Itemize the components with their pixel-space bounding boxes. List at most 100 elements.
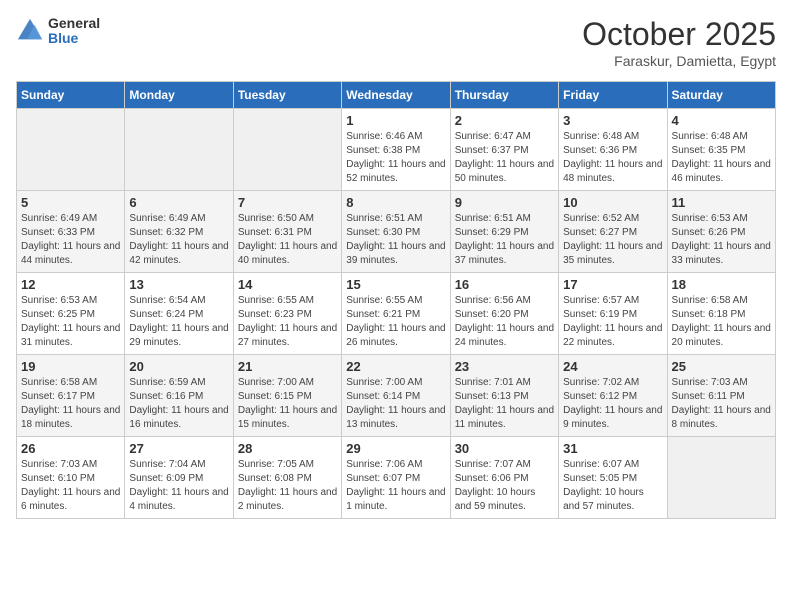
logo: General Blue bbox=[16, 16, 100, 47]
day-number: 19 bbox=[21, 359, 120, 374]
calendar-cell: 14Sunrise: 6:55 AM Sunset: 6:23 PM Dayli… bbox=[233, 273, 341, 355]
calendar-week-row: 5Sunrise: 6:49 AM Sunset: 6:33 PM Daylig… bbox=[17, 191, 776, 273]
weekday-header: Saturday bbox=[667, 82, 775, 109]
day-number: 31 bbox=[563, 441, 662, 456]
day-number: 12 bbox=[21, 277, 120, 292]
calendar-cell bbox=[17, 109, 125, 191]
calendar-week-row: 12 Sunrise: 6:53 AM Sunset: 6:25 PM Dayli… bbox=[17, 273, 776, 355]
calendar-body: 1 Sunrise: 6:46 AM Sunset: 6:38 PM Daylig… bbox=[17, 109, 776, 519]
calendar-cell: 4Sunrise: 6:48 AM Sunset: 6:35 PM Daylig… bbox=[667, 109, 775, 191]
day-number: 2 bbox=[455, 113, 554, 128]
calendar-cell: 20 Sunrise: 6:59 AM Sunset: 6:16 PM Dayli… bbox=[125, 355, 233, 437]
calendar-cell: 9 Sunrise: 6:51 AM Sunset: 6:29 PM Daylig… bbox=[450, 191, 558, 273]
day-info: Sunrise: 6:59 AM Sunset: 6:16 PM Dayligh… bbox=[129, 376, 228, 432]
day-number: 16 bbox=[455, 277, 554, 292]
calendar-header: SundayMondayTuesdayWednesdayThursdayFrid… bbox=[17, 82, 776, 109]
weekday-header: Friday bbox=[559, 82, 667, 109]
calendar-cell: 19 Sunrise: 6:58 AM Sunset: 6:17 PM Dayli… bbox=[17, 355, 125, 437]
day-info: Sunrise: 6:58 AM Sunset: 6:18 PM Dayligh… bbox=[672, 294, 771, 350]
calendar-cell bbox=[667, 437, 775, 519]
calendar-cell: 22 Sunrise: 7:00 AM Sunset: 6:14 PM Dayli… bbox=[342, 355, 450, 437]
day-number: 1 bbox=[346, 113, 445, 128]
day-number: 14 bbox=[238, 277, 337, 292]
calendar-cell: 25 Sunrise: 7:03 AM Sunset: 6:11 PM Dayli… bbox=[667, 355, 775, 437]
calendar-cell: 30 Sunrise: 7:07 AM Sunset: 6:06 PM Dayli… bbox=[450, 437, 558, 519]
calendar-cell: 13Sunrise: 6:54 AM Sunset: 6:24 PM Dayli… bbox=[125, 273, 233, 355]
calendar-cell: 7Sunrise: 6:50 AM Sunset: 6:31 PM Daylig… bbox=[233, 191, 341, 273]
day-info: Sunrise: 7:04 AM Sunset: 6:09 PM Dayligh… bbox=[129, 458, 228, 514]
day-info: Sunrise: 6:48 AM Sunset: 6:35 PM Dayligh… bbox=[672, 130, 771, 186]
calendar-cell: 18 Sunrise: 6:58 AM Sunset: 6:18 PM Dayli… bbox=[667, 273, 775, 355]
day-info: Sunrise: 7:03 AM Sunset: 6:11 PM Dayligh… bbox=[672, 376, 771, 432]
calendar-cell: 3 Sunrise: 6:48 AM Sunset: 6:36 PM Daylig… bbox=[559, 109, 667, 191]
day-info: Sunrise: 7:06 AM Sunset: 6:07 PM Dayligh… bbox=[346, 458, 445, 514]
calendar-cell: 29Sunrise: 7:06 AM Sunset: 6:07 PM Dayli… bbox=[342, 437, 450, 519]
day-number: 8 bbox=[346, 195, 445, 210]
day-number: 6 bbox=[129, 195, 228, 210]
day-info: Sunrise: 6:55 AM Sunset: 6:21 PM Dayligh… bbox=[346, 294, 445, 350]
weekday-header: Sunday bbox=[17, 82, 125, 109]
calendar-cell bbox=[125, 109, 233, 191]
day-info: Sunrise: 6:57 AM Sunset: 6:19 PM Dayligh… bbox=[563, 294, 662, 350]
day-number: 27 bbox=[129, 441, 228, 456]
day-info: Sunrise: 6:51 AM Sunset: 6:30 PM Dayligh… bbox=[346, 212, 445, 268]
calendar-cell: 26 Sunrise: 7:03 AM Sunset: 6:10 PM Dayli… bbox=[17, 437, 125, 519]
day-info: Sunrise: 6:48 AM Sunset: 6:36 PM Dayligh… bbox=[563, 130, 662, 186]
weekday-header: Thursday bbox=[450, 82, 558, 109]
calendar-week-row: 1 Sunrise: 6:46 AM Sunset: 6:38 PM Daylig… bbox=[17, 109, 776, 191]
day-info: Sunrise: 6:46 AM Sunset: 6:38 PM Dayligh… bbox=[346, 130, 445, 186]
day-info: Sunrise: 6:53 AM Sunset: 6:25 PM Dayligh… bbox=[21, 294, 120, 350]
calendar-cell: 31 Sunrise: 6:07 AM Sunset: 5:05 PM Dayli… bbox=[559, 437, 667, 519]
day-number: 21 bbox=[238, 359, 337, 374]
calendar-cell: 17 Sunrise: 6:57 AM Sunset: 6:19 PM Dayli… bbox=[559, 273, 667, 355]
day-number: 17 bbox=[563, 277, 662, 292]
calendar-cell: 28Sunrise: 7:05 AM Sunset: 6:08 PM Dayli… bbox=[233, 437, 341, 519]
day-number: 10 bbox=[563, 195, 662, 210]
day-number: 23 bbox=[455, 359, 554, 374]
weekday-row: SundayMondayTuesdayWednesdayThursdayFrid… bbox=[17, 82, 776, 109]
day-info: Sunrise: 6:50 AM Sunset: 6:31 PM Dayligh… bbox=[238, 212, 337, 268]
day-number: 18 bbox=[672, 277, 771, 292]
day-info: Sunrise: 6:56 AM Sunset: 6:20 PM Dayligh… bbox=[455, 294, 554, 350]
calendar-week-row: 26 Sunrise: 7:03 AM Sunset: 6:10 PM Dayli… bbox=[17, 437, 776, 519]
calendar-week-row: 19 Sunrise: 6:58 AM Sunset: 6:17 PM Dayli… bbox=[17, 355, 776, 437]
day-number: 20 bbox=[129, 359, 228, 374]
day-info: Sunrise: 7:07 AM Sunset: 6:06 PM Dayligh… bbox=[455, 458, 554, 514]
calendar-cell: 27 Sunrise: 7:04 AM Sunset: 6:09 PM Dayli… bbox=[125, 437, 233, 519]
calendar-cell: 24Sunrise: 7:02 AM Sunset: 6:12 PM Dayli… bbox=[559, 355, 667, 437]
day-info: Sunrise: 6:07 AM Sunset: 5:05 PM Dayligh… bbox=[563, 458, 662, 514]
day-number: 22 bbox=[346, 359, 445, 374]
day-number: 3 bbox=[563, 113, 662, 128]
day-number: 15 bbox=[346, 277, 445, 292]
calendar-cell: 2 Sunrise: 6:47 AM Sunset: 6:37 PM Daylig… bbox=[450, 109, 558, 191]
day-info: Sunrise: 6:54 AM Sunset: 6:24 PM Dayligh… bbox=[129, 294, 228, 350]
location: Faraskur, Damietta, Egypt bbox=[582, 53, 776, 69]
page-header: General Blue October 2025 Faraskur, Dami… bbox=[16, 16, 776, 69]
calendar-cell: 11Sunrise: 6:53 AM Sunset: 6:26 PM Dayli… bbox=[667, 191, 775, 273]
day-info: Sunrise: 6:49 AM Sunset: 6:32 PM Dayligh… bbox=[129, 212, 228, 268]
day-number: 30 bbox=[455, 441, 554, 456]
day-number: 26 bbox=[21, 441, 120, 456]
day-info: Sunrise: 6:49 AM Sunset: 6:33 PM Dayligh… bbox=[21, 212, 120, 268]
title-block: October 2025 Faraskur, Damietta, Egypt bbox=[582, 16, 776, 69]
day-info: Sunrise: 6:52 AM Sunset: 6:27 PM Dayligh… bbox=[563, 212, 662, 268]
logo-icon bbox=[16, 17, 44, 45]
calendar-cell: 15 Sunrise: 6:55 AM Sunset: 6:21 PM Dayli… bbox=[342, 273, 450, 355]
day-number: 25 bbox=[672, 359, 771, 374]
calendar-cell: 8 Sunrise: 6:51 AM Sunset: 6:30 PM Daylig… bbox=[342, 191, 450, 273]
calendar-cell: 23Sunrise: 7:01 AM Sunset: 6:13 PM Dayli… bbox=[450, 355, 558, 437]
day-info: Sunrise: 6:51 AM Sunset: 6:29 PM Dayligh… bbox=[455, 212, 554, 268]
calendar-cell: 10 Sunrise: 6:52 AM Sunset: 6:27 PM Dayli… bbox=[559, 191, 667, 273]
calendar-cell bbox=[233, 109, 341, 191]
calendar-cell: 5Sunrise: 6:49 AM Sunset: 6:33 PM Daylig… bbox=[17, 191, 125, 273]
day-info: Sunrise: 6:58 AM Sunset: 6:17 PM Dayligh… bbox=[21, 376, 120, 432]
logo-blue: Blue bbox=[48, 31, 100, 46]
day-number: 9 bbox=[455, 195, 554, 210]
day-number: 11 bbox=[672, 195, 771, 210]
calendar-cell: 1 Sunrise: 6:46 AM Sunset: 6:38 PM Daylig… bbox=[342, 109, 450, 191]
day-info: Sunrise: 7:05 AM Sunset: 6:08 PM Dayligh… bbox=[238, 458, 337, 514]
day-info: Sunrise: 6:47 AM Sunset: 6:37 PM Dayligh… bbox=[455, 130, 554, 186]
day-info: Sunrise: 7:03 AM Sunset: 6:10 PM Dayligh… bbox=[21, 458, 120, 514]
day-info: Sunrise: 7:00 AM Sunset: 6:14 PM Dayligh… bbox=[346, 376, 445, 432]
calendar-cell: 6 Sunrise: 6:49 AM Sunset: 6:32 PM Daylig… bbox=[125, 191, 233, 273]
